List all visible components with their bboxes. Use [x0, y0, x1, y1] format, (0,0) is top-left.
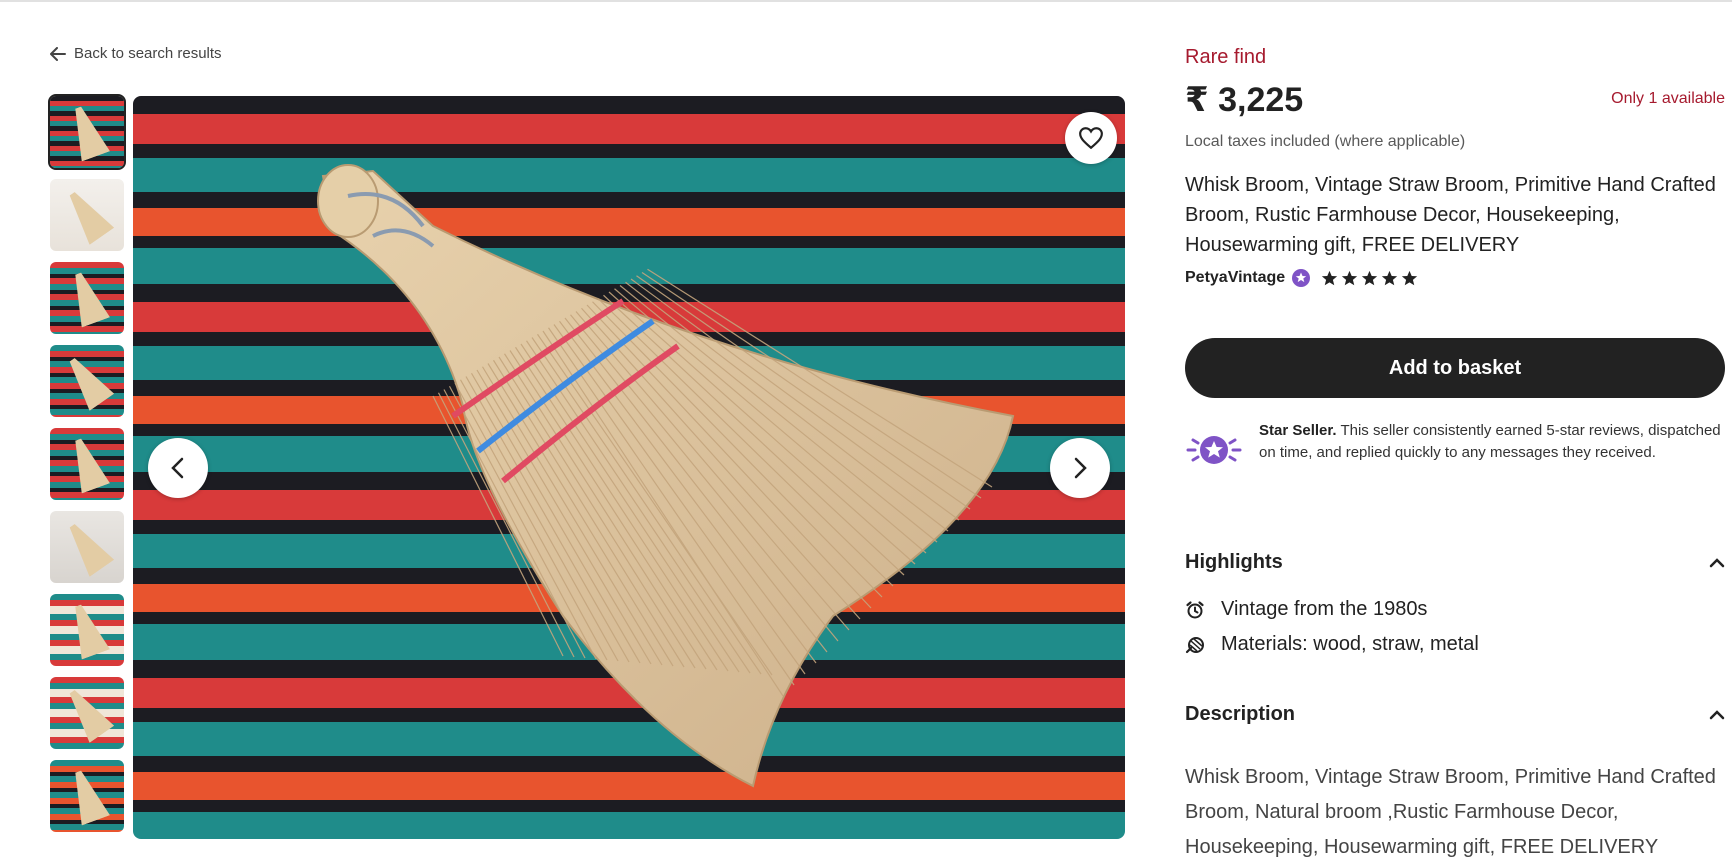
highlight-vintage-text: Vintage from the 1980s [1221, 598, 1428, 620]
chevron-left-icon [171, 457, 184, 479]
previous-image-button[interactable] [148, 438, 208, 498]
chevron-up-icon [1709, 557, 1725, 567]
star-seller-heading: Star Seller. [1259, 422, 1337, 439]
star-icon [1342, 270, 1358, 285]
broom-shape [64, 766, 110, 825]
alarm-clock-icon [1186, 600, 1204, 618]
broom-photo [133, 96, 1125, 839]
description-text: Whisk Broom, Vintage Straw Broom, Primit… [1185, 766, 1716, 858]
thumbnail-5[interactable] [50, 428, 124, 500]
thumbnail-image [50, 760, 124, 832]
thumbnail-8[interactable] [50, 677, 124, 749]
next-image-button[interactable] [1050, 438, 1110, 498]
description-toggle[interactable]: Description [1185, 703, 1725, 726]
star-seller-text: Star Seller. This seller consistently ea… [1259, 420, 1725, 470]
shop-name-link[interactable]: PetyaVintage [1185, 269, 1285, 287]
star-icon [1362, 270, 1378, 285]
rare-find-badge: Rare find [1185, 46, 1267, 68]
thumbnail-image [50, 96, 124, 168]
star-seller-badge-icon [1292, 269, 1311, 287]
seller-row: PetyaVintage [1185, 268, 1418, 288]
heart-icon [1079, 127, 1103, 150]
description-heading: Description [1185, 703, 1296, 725]
thumbnail-image [50, 345, 124, 417]
broom-shape [64, 600, 110, 659]
broom-shape [64, 434, 110, 493]
highlight-materials: Materials: wood, straw, metal [1185, 633, 1479, 656]
taxes-note: Local taxes included (where applicable) [1185, 133, 1466, 150]
highlight-vintage: Vintage from the 1980s [1185, 598, 1427, 621]
star-icon [1382, 270, 1398, 285]
back-label: Back to search results [74, 45, 222, 62]
price: ₹ 3,225 [1185, 81, 1304, 119]
highlights-heading: Highlights [1185, 551, 1283, 573]
broom-shape [64, 102, 110, 161]
thumbnail-image [50, 179, 124, 251]
thumbnail-1[interactable] [48, 94, 126, 170]
highlight-materials-text: Materials: wood, straw, metal [1221, 633, 1479, 655]
highlights-toggle[interactable]: Highlights [1185, 551, 1725, 574]
chevron-up-icon [1709, 709, 1725, 719]
thumbnail-image [50, 428, 124, 500]
thumbnail-image [50, 262, 124, 334]
main-product-image[interactable] [133, 96, 1125, 839]
broom-shape [60, 517, 114, 577]
arrow-left-icon [50, 46, 66, 61]
thumbnail-image [50, 677, 124, 749]
thumbnail-7[interactable] [50, 594, 124, 666]
star-seller-info: Star Seller. This seller consistently ea… [1185, 420, 1725, 470]
thumbnail-3[interactable] [50, 262, 124, 334]
materials-icon [1185, 636, 1204, 653]
favorite-button[interactable] [1065, 112, 1117, 164]
chevron-right-icon [1074, 457, 1087, 479]
thumbnail-9[interactable] [50, 760, 124, 832]
broom-shape [60, 683, 114, 743]
thumbnail-image [50, 511, 124, 583]
thumbnail-image [50, 594, 124, 666]
add-to-basket-button[interactable]: Add to basket [1185, 338, 1725, 398]
back-to-search-link[interactable]: Back to search results [50, 45, 222, 62]
broom-shape [60, 185, 114, 245]
star-seller-icon [1186, 436, 1242, 464]
star-icon [1322, 270, 1338, 285]
top-border [0, 0, 1732, 2]
thumbnail-6[interactable] [50, 511, 124, 583]
star-icon [1402, 270, 1418, 285]
thumbnail-4[interactable] [50, 345, 124, 417]
rating-stars [1321, 270, 1418, 287]
thumbnail-strip [48, 94, 126, 843]
availability-text: Only 1 available [1611, 90, 1725, 107]
listing-title: Whisk Broom, Vintage Straw Broom, Primit… [1185, 174, 1716, 256]
broom-shape [60, 351, 114, 411]
broom-shape [64, 268, 110, 327]
thumbnail-2[interactable] [50, 179, 124, 251]
